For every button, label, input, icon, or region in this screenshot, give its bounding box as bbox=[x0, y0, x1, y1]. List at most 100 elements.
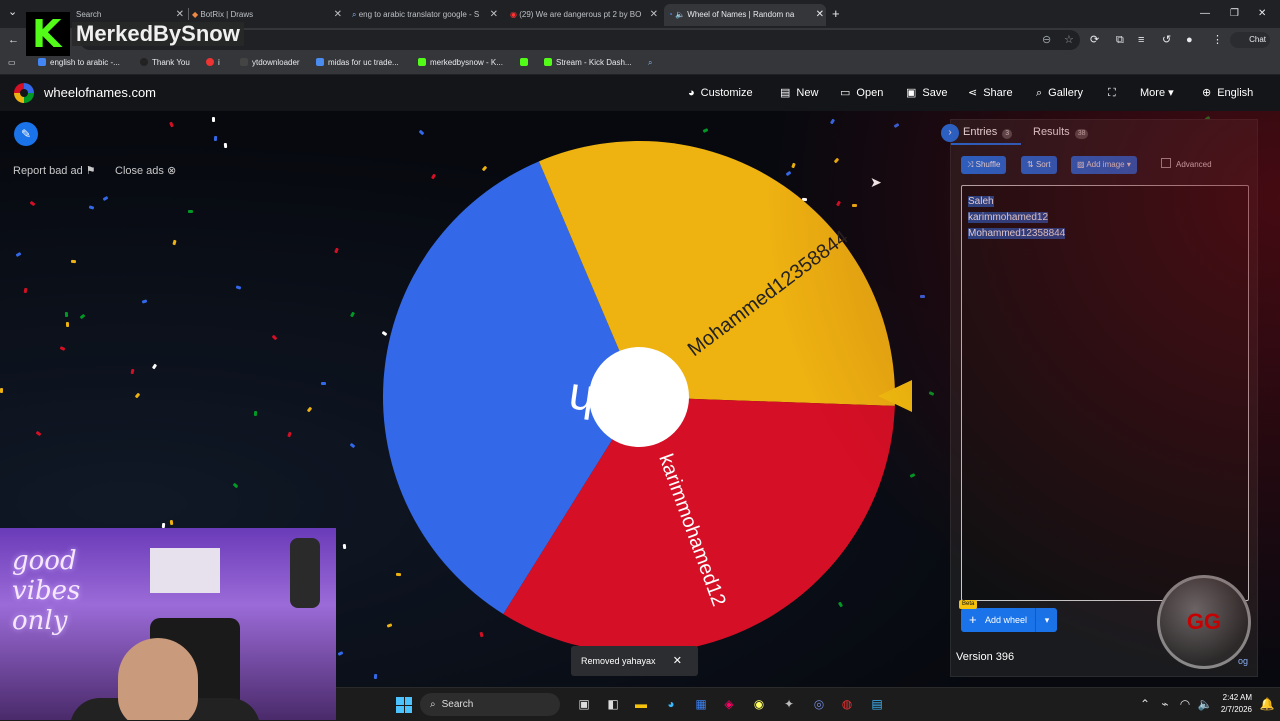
bookmark-item[interactable]: Stream - Kick Dash... bbox=[544, 52, 632, 74]
bookmark-label: ytdownloader bbox=[252, 58, 300, 67]
bookmark-item[interactable]: merkedbysnow - K... bbox=[418, 52, 503, 74]
share-icon: ⋖ bbox=[968, 87, 978, 99]
browser-menu-icon[interactable]: ⋮ bbox=[1212, 28, 1223, 52]
advanced-checkbox[interactable]: Advanced bbox=[1161, 156, 1212, 174]
browser-tab-translator[interactable]: ⌕ eng to arabic translator google - S ✕ bbox=[352, 4, 500, 26]
tab-entries[interactable]: Entries 3 bbox=[963, 120, 1013, 144]
checkbox-box[interactable] bbox=[1161, 158, 1171, 168]
bookmark-item[interactable] bbox=[520, 52, 532, 74]
extensions-puzzle-icon[interactable]: ⧉ bbox=[1116, 28, 1124, 52]
new-tab-button[interactable]: + bbox=[832, 0, 840, 28]
wifi-icon[interactable]: ◠ bbox=[1174, 688, 1196, 721]
notepad-icon[interactable]: ▤ bbox=[866, 688, 888, 721]
bookmark-star-icon[interactable]: ☆ bbox=[1064, 28, 1074, 52]
entry-line: Mohammed12358844 bbox=[968, 226, 1066, 242]
confetti-piece bbox=[253, 410, 258, 417]
fullscreen-button[interactable]: ⛶ bbox=[1108, 75, 1122, 111]
results-count-badge: 38 bbox=[1074, 129, 1089, 139]
close-tab-icon[interactable]: ✕ bbox=[816, 4, 824, 26]
collapse-panel-button[interactable]: › bbox=[941, 124, 959, 142]
app-icon[interactable]: ✦ bbox=[778, 688, 800, 721]
obs-icon[interactable]: ◍ bbox=[836, 688, 858, 721]
sort-button[interactable]: ⇅ Sort bbox=[1021, 156, 1057, 174]
chevron-down-icon: ▾ bbox=[1126, 160, 1131, 169]
menu-label: Customize bbox=[700, 87, 753, 99]
edit-pencil-button[interactable]: ✎ bbox=[14, 122, 38, 146]
discord-icon[interactable]: ◎ bbox=[808, 688, 830, 721]
tab-label: Search bbox=[76, 10, 102, 19]
profile-avatar-icon[interactable]: ● bbox=[1186, 28, 1193, 52]
clock-time: 2:42 AM bbox=[1222, 693, 1252, 702]
chrome-icon[interactable]: ◉ bbox=[748, 688, 770, 721]
spinning-wheel[interactable]: Saleh Mohammed12358844 karimmohamed12 bbox=[383, 141, 895, 653]
task-view-icon[interactable]: ▣ bbox=[573, 688, 595, 721]
restore-icon[interactable]: ❐ bbox=[1230, 0, 1239, 28]
chevron-down-icon[interactable]: ▾ bbox=[1035, 608, 1058, 632]
wheel-svg[interactable]: Saleh Mohammed12358844 karimmohamed12 bbox=[383, 141, 895, 653]
add-image-button[interactable]: ▨ Add image ▾ bbox=[1071, 156, 1137, 174]
system-clock[interactable]: 2:42 AM 2/7/2026 bbox=[1221, 692, 1252, 716]
open-button[interactable]: ▭ Open bbox=[840, 75, 883, 111]
file-explorer-icon[interactable]: ▬ bbox=[630, 688, 652, 721]
close-tab-icon[interactable]: ✕ bbox=[334, 4, 342, 26]
close-tab-icon[interactable]: ✕ bbox=[490, 4, 498, 26]
site-name[interactable]: wheelofnames.com bbox=[44, 75, 156, 111]
close-tab-icon[interactable]: ✕ bbox=[650, 4, 658, 26]
bookmark-item[interactable]: midas for uc trade... bbox=[316, 52, 399, 74]
site-logo-icon[interactable] bbox=[14, 83, 34, 103]
bookmark-item[interactable]: i bbox=[206, 52, 220, 74]
store-icon[interactable]: ▦ bbox=[690, 688, 712, 721]
save-button[interactable]: ▣ Save bbox=[906, 75, 947, 111]
new-button[interactable]: ▤ New bbox=[780, 75, 818, 111]
menu-label: English bbox=[1217, 87, 1254, 99]
minimize-icon[interactable]: — bbox=[1200, 0, 1210, 28]
copilot-chat-button[interactable]: Chat bbox=[1230, 32, 1270, 48]
close-window-icon[interactable]: ✕ bbox=[1258, 0, 1266, 28]
entry-line: karimmohamed12 bbox=[968, 210, 1065, 226]
confetti-piece bbox=[919, 294, 926, 299]
more-button[interactable]: More ▾ bbox=[1140, 75, 1174, 111]
browser-tab-wheel-of-names[interactable]: ◔ 🔈 Wheel of Names | Random na ✕ bbox=[664, 4, 826, 26]
tab-results[interactable]: Results 38 bbox=[1033, 120, 1089, 144]
bookmarks-app-icon[interactable]: ▭ bbox=[8, 52, 16, 74]
search-icon[interactable]: ⌕ bbox=[648, 52, 652, 74]
network-icon[interactable]: ⌁ bbox=[1154, 688, 1176, 721]
changelog-link[interactable]: og bbox=[1238, 656, 1248, 666]
tab-search-icon[interactable]: ≡ bbox=[1138, 28, 1144, 52]
windows-start-icon[interactable] bbox=[396, 697, 412, 713]
confetti-piece bbox=[187, 209, 194, 214]
wheel-center-hub[interactable] bbox=[589, 347, 689, 447]
shuffle-button[interactable]: ⤨ Shuffle bbox=[961, 156, 1007, 174]
language-button[interactable]: ⊕ English bbox=[1202, 75, 1253, 111]
extension-icon[interactable]: ⟳ bbox=[1090, 28, 1099, 52]
volume-icon[interactable]: 🔈 bbox=[1194, 688, 1216, 721]
widgets-icon[interactable]: ◧ bbox=[602, 688, 624, 721]
kick-icon bbox=[544, 58, 552, 66]
taskbar-search[interactable]: ⌕ Search bbox=[420, 693, 560, 716]
share-button[interactable]: ⋖ Share bbox=[968, 75, 1013, 111]
customize-button[interactable]: ◕ Customize bbox=[688, 75, 753, 111]
neon-sign: good vibes only bbox=[12, 546, 81, 636]
back-icon[interactable]: ← bbox=[8, 28, 19, 52]
tab-label: Results bbox=[1033, 126, 1070, 138]
bookmark-item[interactable]: Thank You bbox=[140, 52, 190, 74]
history-icon[interactable]: ↺ bbox=[1162, 28, 1171, 52]
browser-tab-youtube[interactable]: ◉ (29) We are dangerous pt 2 by BO ✕ bbox=[510, 4, 660, 26]
globe-icon: ⊕ bbox=[1202, 87, 1212, 99]
close-toast-icon[interactable]: ✕ bbox=[673, 646, 682, 676]
close-ads-link[interactable]: Close ads ⊗ bbox=[115, 164, 176, 177]
edge-icon[interactable]: ◕ bbox=[660, 688, 682, 721]
tray-chevron-up-icon[interactable]: ⌃ bbox=[1134, 688, 1156, 721]
install-icon[interactable]: ⊖ bbox=[1042, 28, 1051, 52]
entries-textarea[interactable]: Saleh karimmohamed12 Mohammed12358844 bbox=[961, 185, 1249, 601]
bookmark-item[interactable]: ytdownloader bbox=[240, 52, 300, 74]
tab-list-chevron-icon[interactable]: ⌄ bbox=[8, 0, 17, 24]
gallery-button[interactable]: ⌕ Gallery bbox=[1036, 75, 1083, 111]
confetti-piece bbox=[349, 311, 356, 318]
add-wheel-button[interactable]: + Add wheel ▾ Beta bbox=[959, 600, 1058, 632]
app-icon[interactable]: ◈ bbox=[718, 688, 740, 721]
notifications-bell-icon[interactable]: 🔔 bbox=[1256, 688, 1278, 721]
clock-date: 2/7/2026 bbox=[1220, 705, 1252, 714]
report-bad-ad-link[interactable]: Report bad ad ⚑ bbox=[13, 164, 96, 177]
google-translate-icon bbox=[38, 58, 46, 66]
